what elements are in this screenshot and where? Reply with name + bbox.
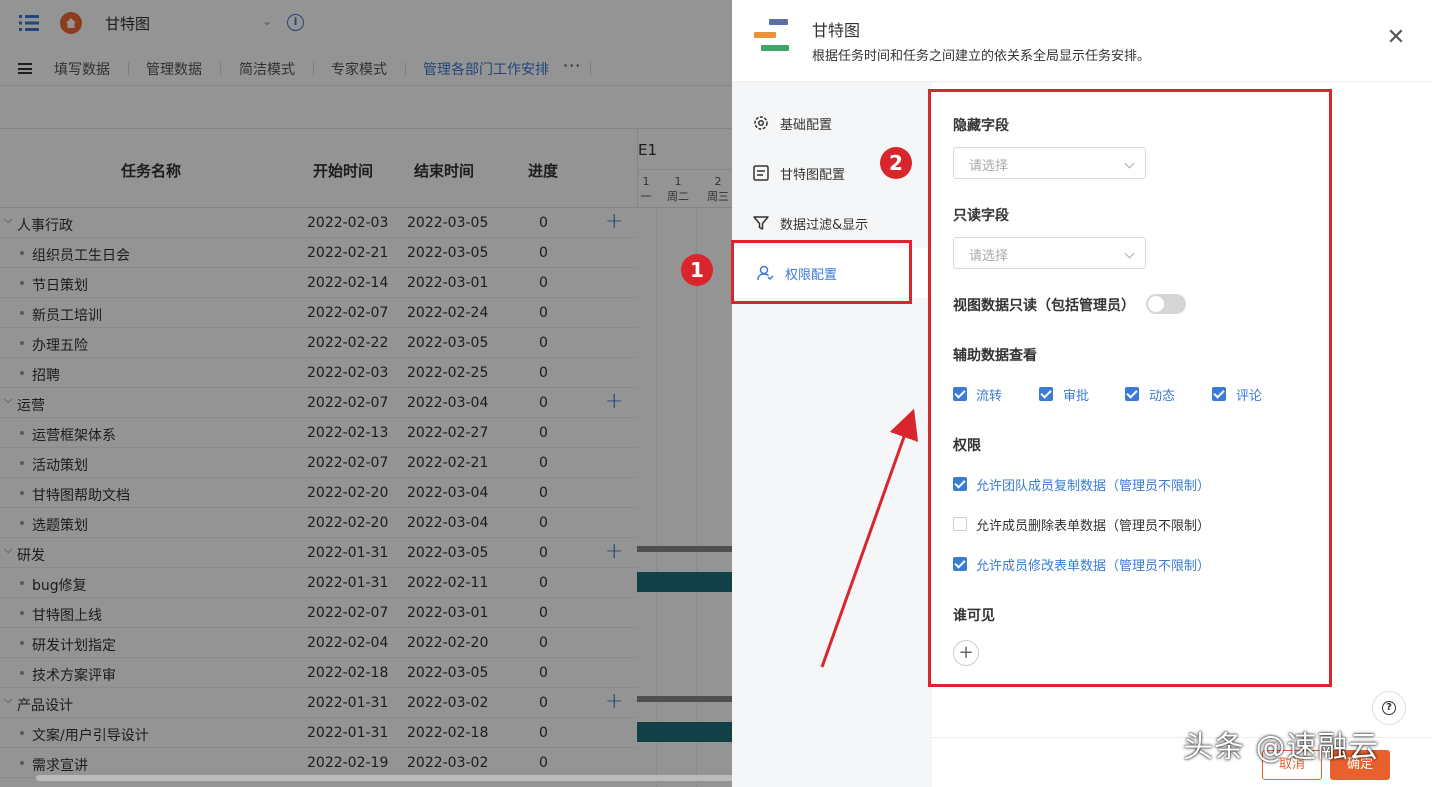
- nav-basic-config[interactable]: 基础配置: [732, 98, 932, 148]
- drawer-description: 根据任务时间和任务之间建立的依关系全局显示任务安排。: [812, 49, 1151, 64]
- watermark: 头条 @速融云: [1183, 730, 1380, 765]
- help-icon: ?: [1382, 700, 1396, 715]
- close-icon[interactable]: ✕: [1386, 27, 1406, 49]
- horizontal-scrollbar[interactable]: [36, 775, 736, 781]
- drawer-header: 甘特图 根据任务时间和任务之间建立的依关系全局显示任务安排。 ✕: [732, 0, 1432, 82]
- annotation-highlight-panel: [928, 89, 1332, 687]
- nav-label: 甘特图配置: [780, 167, 846, 183]
- settings-nav: 基础配置 甘特图配置 数据过滤&显示 权限配置: [732, 82, 932, 787]
- gantt-chart-icon: [753, 17, 789, 53]
- document-list-icon: [753, 165, 769, 181]
- annotation-badge-2: 2: [880, 147, 912, 179]
- settings-gear-icon: [754, 116, 768, 130]
- modal-overlay[interactable]: [0, 0, 732, 787]
- drawer-title: 甘特图: [812, 21, 861, 40]
- annotation-badge-1: 1: [681, 254, 713, 286]
- logo-bar-green: [761, 45, 789, 51]
- logo-bar-blue: [769, 19, 788, 25]
- nav-label: 数据过滤&显示: [780, 217, 869, 233]
- nav-label: 基础配置: [780, 117, 833, 133]
- annotation-highlight-nav: [731, 240, 912, 304]
- help-button[interactable]: ?: [1372, 691, 1406, 725]
- filter-icon: [753, 216, 769, 230]
- logo-bar-orange: [754, 32, 776, 38]
